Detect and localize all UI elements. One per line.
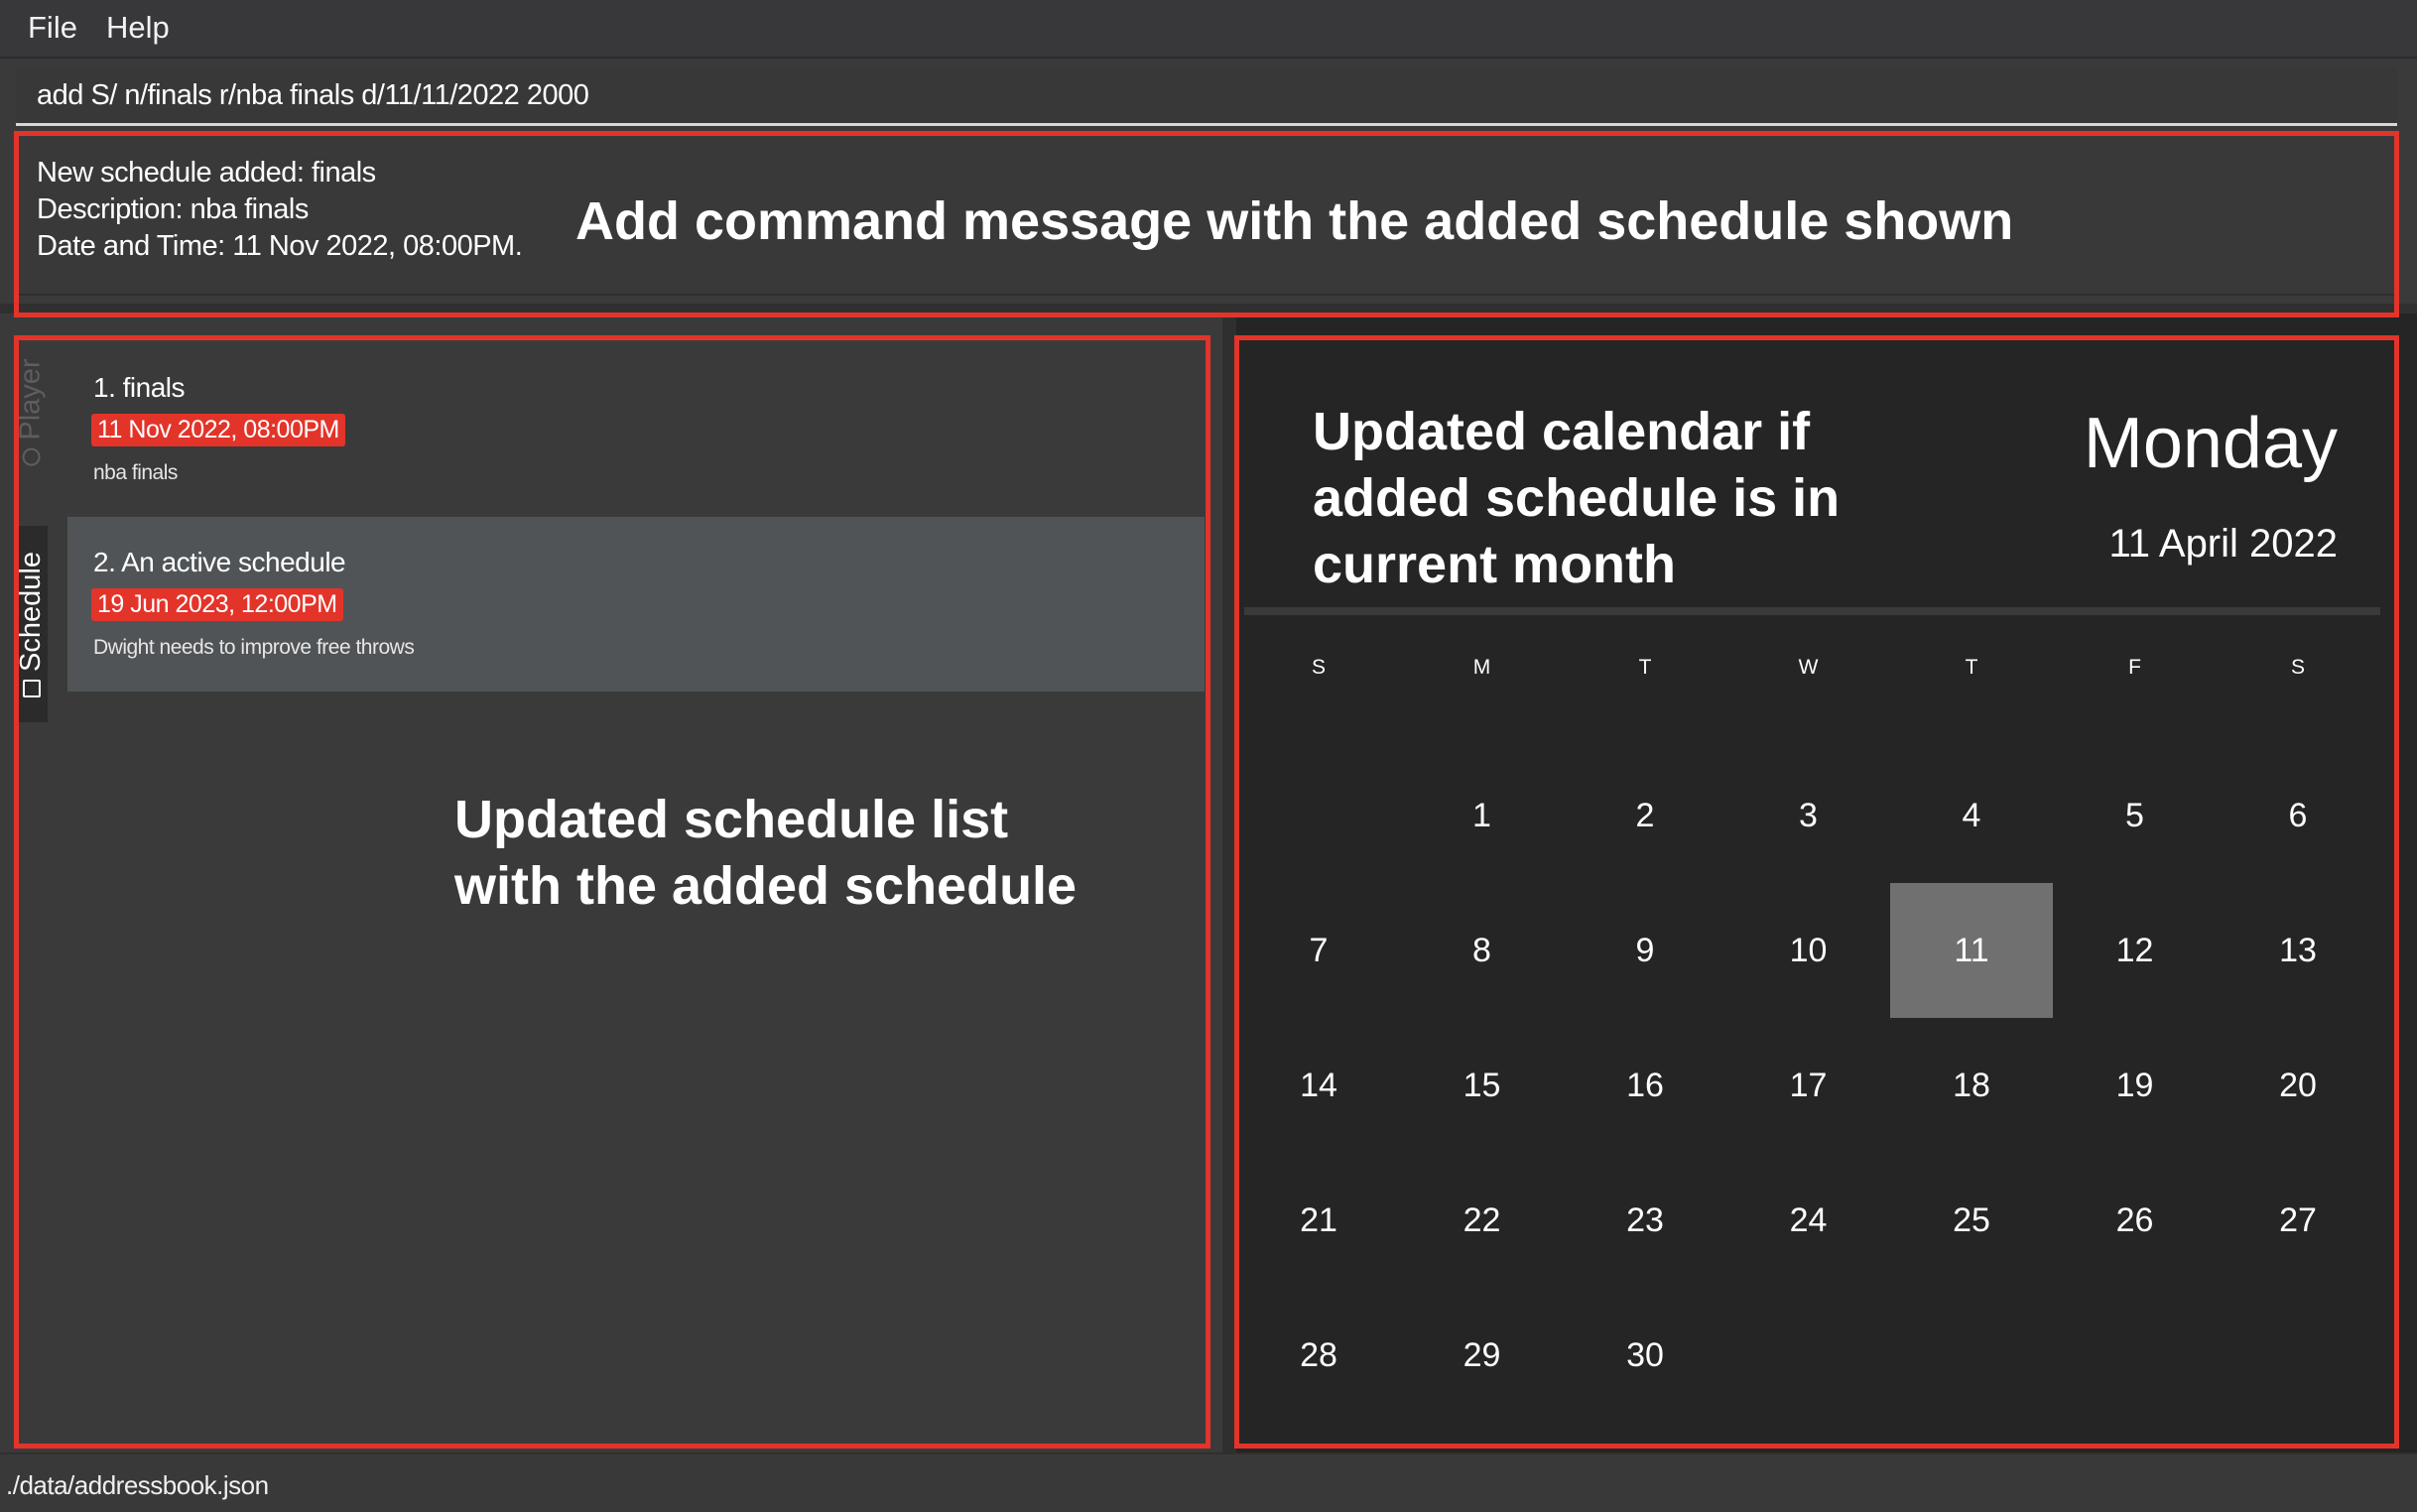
annotation-line: Updated schedule list	[454, 790, 1009, 849]
annotation-line: current month	[1313, 535, 1677, 594]
menu-bar: File Help	[0, 0, 2417, 59]
annotation-line: with the added schedule	[454, 856, 1078, 916]
command-text: add S/ n/finals r/nba finals d/11/11/202…	[37, 79, 589, 111]
annotation-list-text: Updated schedule list with the added sch…	[454, 787, 1077, 920]
annotation-result-text: Add command message with the added sched…	[575, 189, 2013, 255]
annotation-calendar-text: Updated calendar if added schedule is in…	[1313, 399, 1840, 598]
status-file-path: ./data/addressbook.json	[6, 1470, 269, 1500]
annotation-line: Add command message with the added sched…	[575, 191, 2014, 251]
status-bar: ./data/addressbook.json	[0, 1452, 2417, 1512]
annotation-line: Updated calendar if	[1313, 402, 1811, 461]
menu-help[interactable]: Help	[106, 10, 170, 46]
annotation-line: added schedule is in	[1313, 468, 1841, 528]
menu-file[interactable]: File	[28, 10, 77, 46]
command-input[interactable]: add S/ n/finals r/nba finals d/11/11/202…	[16, 67, 2397, 126]
